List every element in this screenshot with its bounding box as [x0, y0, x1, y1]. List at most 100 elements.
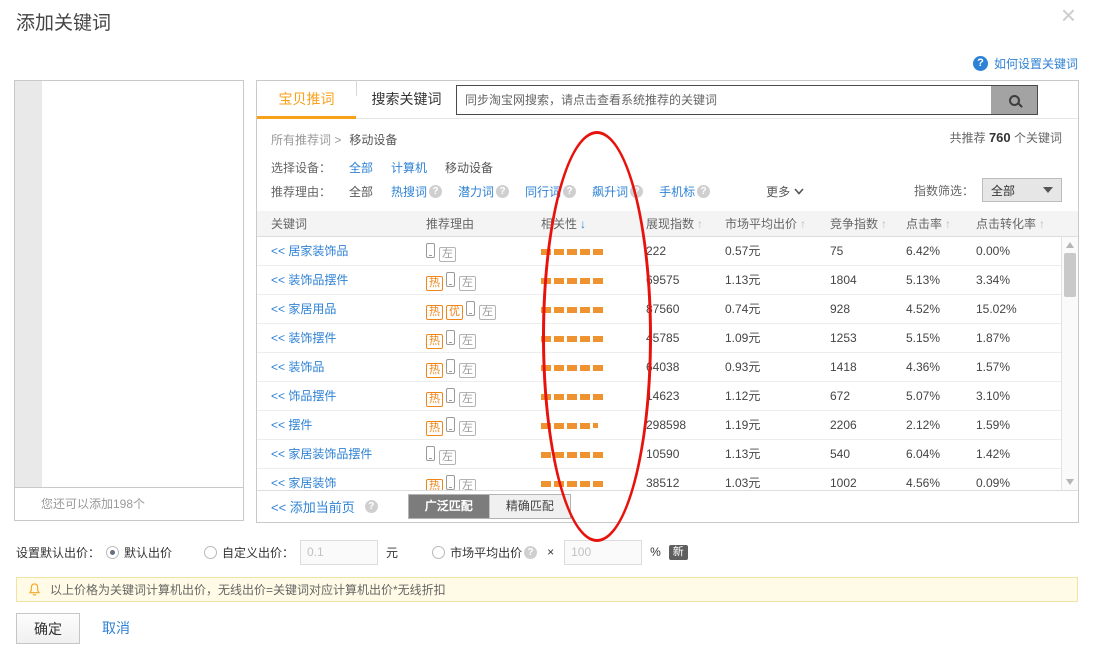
breadcrumb-parent[interactable]: 所有推荐词 > — [271, 131, 341, 148]
competition-value: 1253 — [830, 324, 906, 352]
avg_price-value: 1.03元 — [725, 469, 830, 490]
device-option-link[interactable]: 计算机 — [391, 159, 427, 176]
scrollbar-thumb[interactable] — [1064, 253, 1076, 297]
ctr-value: 4.56% — [906, 469, 976, 490]
keyword-link[interactable]: << 装饰摆件 — [271, 324, 426, 352]
table-scrollbar[interactable] — [1061, 237, 1078, 490]
competition-value: 672 — [830, 382, 906, 410]
add-current-page-link[interactable]: << 添加当前页 — [271, 497, 355, 516]
how-to-set-keywords-link[interactable]: ? 如何设置关键词 — [973, 55, 1078, 72]
left-badge-icon: 左 — [459, 479, 476, 490]
custom-bid-input[interactable] — [300, 540, 378, 565]
relevance-dash-icon — [554, 307, 564, 313]
column-header-3[interactable]: 展现指数↑ — [646, 211, 725, 237]
index-filter-dropdown[interactable]: 全部 — [982, 178, 1062, 202]
sort-asc-icon[interactable]: ↑ — [881, 217, 887, 231]
dropdown-arrow-icon — [1043, 187, 1053, 193]
column-header-6[interactable]: 点击率↑ — [906, 211, 976, 237]
tab-search-keywords[interactable]: 搜索关键词 — [357, 81, 456, 119]
device-option-link[interactable]: 全部 — [349, 159, 373, 176]
search-button[interactable] — [991, 86, 1037, 114]
sort-asc-icon[interactable]: ↑ — [800, 217, 806, 231]
default-bid-label: 默认出价 — [124, 544, 172, 561]
competition-value: 1002 — [830, 469, 906, 490]
help-icon[interactable]: ? — [630, 185, 643, 198]
hot-badge-icon: 热 — [426, 276, 443, 291]
keyword-link[interactable]: << 装饰品摆件 — [271, 266, 426, 294]
market-avg-help-icon[interactable]: ? — [524, 546, 537, 559]
custom-bid-unit: 元 — [386, 544, 398, 561]
column-header-1: 推荐理由 — [426, 211, 541, 237]
reason-badges: 热左 — [426, 382, 541, 410]
reason-filter-row: 推荐理由： 全部热搜词?潜力词?同行词?飙升词?手机标? 更多 — [271, 181, 804, 201]
cancel-link[interactable]: 取消 — [102, 613, 130, 644]
impressions-value: 38512 — [646, 469, 725, 490]
column-label: 市场平均出价 — [725, 217, 797, 231]
ctr-value: 5.07% — [906, 382, 976, 410]
help-icon[interactable]: ? — [496, 185, 509, 198]
reason-option: 同行词? — [525, 183, 576, 200]
sort-asc-icon[interactable]: ↑ — [1039, 217, 1045, 231]
market-percent-input[interactable] — [564, 540, 642, 565]
keyword-link[interactable]: << 饰品摆件 — [271, 382, 426, 410]
reason-badges: 热左 — [426, 353, 541, 381]
left-badge-icon: 左 — [439, 450, 456, 465]
sort-asc-icon[interactable]: ↑ — [697, 217, 703, 231]
market-avg-label: 市场平均出价 — [450, 544, 522, 561]
exact-match-button[interactable]: 精确匹配 — [489, 495, 570, 518]
tab-item-recommend[interactable]: 宝贝推词 — [257, 81, 356, 119]
remaining-quota-note: 您还可以添加198个 — [15, 487, 243, 520]
default-bid-radio[interactable] — [106, 546, 119, 559]
keyword-link[interactable]: << 家居装饰品摆件 — [271, 440, 426, 468]
close-icon[interactable]: × — [1061, 2, 1076, 28]
market-avg-radio[interactable] — [432, 546, 445, 559]
left-badge-icon: 左 — [459, 334, 476, 349]
reason-option-label[interactable]: 潜力词 — [458, 183, 494, 200]
help-icon[interactable]: ? — [429, 185, 442, 198]
keyword-link[interactable]: << 摆件 — [271, 411, 426, 439]
help-icon[interactable]: ? — [563, 185, 576, 198]
keyword-link[interactable]: << 家居用品 — [271, 295, 426, 323]
keyword-recommend-panel: 宝贝推词搜索关键词 所有推荐词 > 移动设备 共推荐 760 个关键词 选择设备… — [256, 80, 1079, 523]
device-filter-label: 选择设备： — [271, 159, 331, 176]
ctr-value: 6.42% — [906, 237, 976, 265]
sort-asc-icon[interactable]: ↑ — [945, 217, 951, 231]
keyword-link[interactable]: << 家居装饰 — [271, 469, 426, 490]
cvr-value: 1.87% — [976, 324, 1054, 352]
hot-badge-icon: 热 — [426, 421, 443, 436]
more-filters-button[interactable]: 更多 — [766, 183, 804, 200]
keyword-link[interactable]: << 装饰品 — [271, 353, 426, 381]
help-icon[interactable]: ? — [697, 185, 710, 198]
reason-option-label[interactable]: 全部 — [349, 183, 373, 200]
reason-option-label[interactable]: 同行词 — [525, 183, 561, 200]
sort-desc-icon[interactable]: ↓ — [580, 217, 586, 231]
reason-option-label[interactable]: 热搜词 — [391, 183, 427, 200]
ctr-value: 4.52% — [906, 295, 976, 323]
relevance-dash-icon — [580, 336, 590, 342]
scroll-up-icon[interactable] — [1066, 242, 1074, 248]
column-label: 展现指数 — [646, 217, 694, 231]
keyword-search-input[interactable] — [456, 85, 1038, 115]
market-percent-unit: % — [650, 545, 661, 559]
recommend-total: 共推荐 760 个关键词 — [950, 129, 1062, 146]
cvr-value: 3.34% — [976, 266, 1054, 294]
relevance-dash-icon — [541, 365, 551, 371]
mobile-device-icon — [446, 475, 455, 490]
reason-option-label[interactable]: 飙升词 — [592, 183, 628, 200]
warning-text: 以上价格为关键词计算机出价，无线出价=关键词对应计算机出价*无线折扣 — [50, 581, 446, 598]
add-page-help-icon[interactable]: ? — [365, 500, 378, 513]
scroll-down-icon[interactable] — [1066, 479, 1074, 485]
column-header-4[interactable]: 市场平均出价↑ — [725, 211, 830, 237]
column-header-2[interactable]: 相关性↓ — [541, 211, 646, 237]
reason-option-label[interactable]: 手机标 — [659, 183, 695, 200]
broad-match-button[interactable]: 广泛匹配 — [409, 495, 489, 518]
device-option-selected[interactable]: 移动设备 — [445, 159, 493, 176]
confirm-button[interactable]: 确定 — [16, 613, 80, 644]
relevance-dash-icon — [593, 336, 603, 342]
table-row: << 居家装饰品左2220.57元756.42%0.00% — [257, 237, 1078, 266]
relevance-dash-icon — [554, 452, 564, 458]
keyword-link[interactable]: << 居家装饰品 — [271, 237, 426, 265]
custom-bid-radio[interactable] — [204, 546, 217, 559]
column-header-5[interactable]: 竞争指数↑ — [830, 211, 906, 237]
column-header-7[interactable]: 点击转化率↑ — [976, 211, 1054, 237]
